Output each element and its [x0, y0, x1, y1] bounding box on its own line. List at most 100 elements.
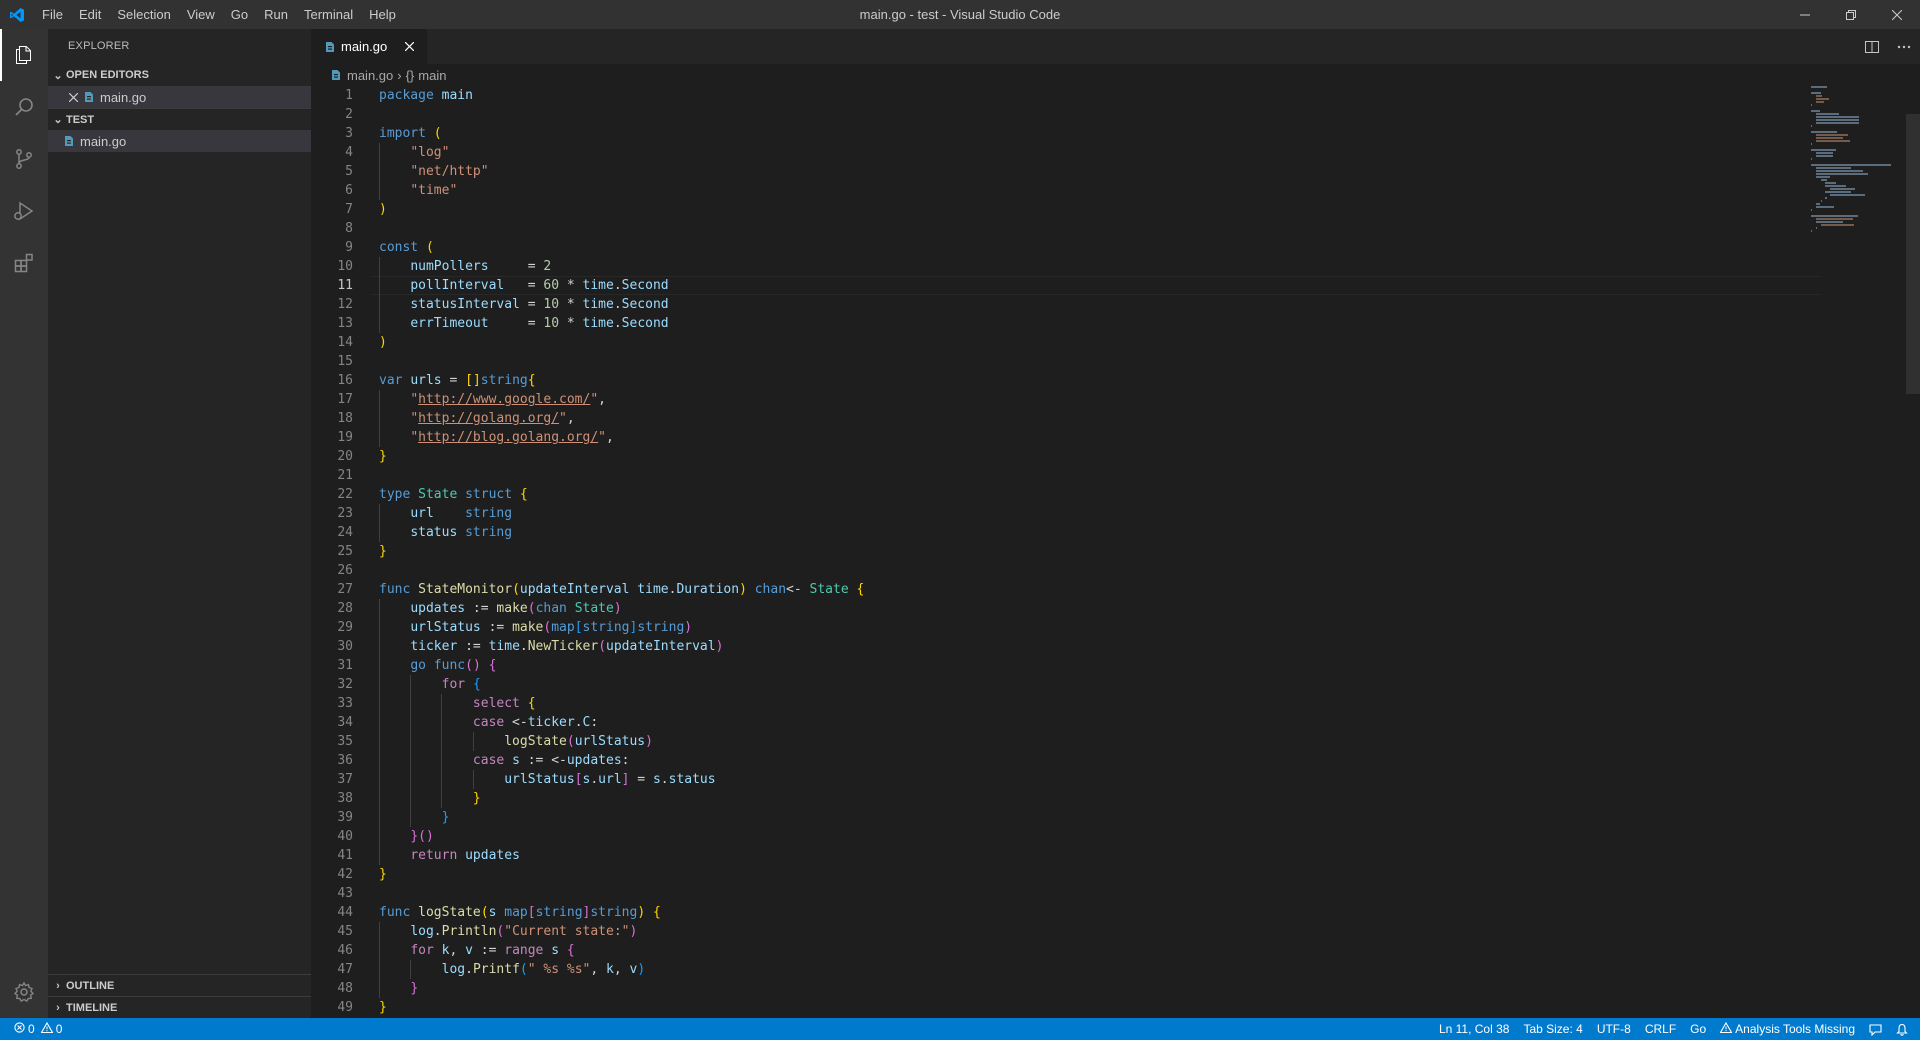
search-icon[interactable]: [0, 81, 48, 133]
minimize-button[interactable]: [1782, 0, 1828, 29]
minimap-line: [1815, 98, 1829, 100]
restore-button[interactable]: [1828, 0, 1874, 29]
code-line[interactable]: 44 func logState(s map[string]string) {: [311, 903, 1920, 922]
code-line[interactable]: 34 case <-ticker.C:: [311, 713, 1920, 732]
code-line[interactable]: 11 pollInterval = 60 * time.Second: [311, 276, 1920, 295]
tab-main-go[interactable]: main.go: [311, 29, 427, 64]
code-line[interactable]: 31 go func() {: [311, 656, 1920, 675]
code-line[interactable]: 25}: [311, 542, 1920, 561]
notifications-bell-icon[interactable]: [1889, 1018, 1920, 1040]
code-line[interactable]: 18 "http://golang.org/",: [311, 409, 1920, 428]
line-number: 37: [337, 772, 353, 787]
close-tab-icon[interactable]: [401, 39, 417, 55]
explorer-icon[interactable]: [0, 29, 48, 81]
code-line[interactable]: 26: [311, 561, 1920, 580]
code-line[interactable]: 22 type State struct {: [311, 485, 1920, 504]
code-line[interactable]: 45 log.Println("Current state:"): [311, 922, 1920, 941]
minimap[interactable]: [1811, 86, 1906, 386]
code-line[interactable]: 14): [311, 333, 1920, 352]
code-line[interactable]: 12 statusInterval = 10 * time.Second: [311, 295, 1920, 314]
line-number: 14: [337, 335, 353, 350]
code-line[interactable]: 30 ticker := time.NewTicker(updateInterv…: [311, 637, 1920, 656]
open-editor-item[interactable]: main.go: [48, 86, 311, 108]
code-editor[interactable]: 1 package main 2 3 import (4 "log" 5 "net/htt…: [311, 86, 1920, 1018]
line-number: 36: [337, 753, 353, 768]
code-line[interactable]: 10 numPollers = 2: [311, 257, 1920, 276]
code-line[interactable]: 19 "http://blog.golang.org/",: [311, 428, 1920, 447]
code-line[interactable]: 9 const (: [311, 238, 1920, 257]
problems-status[interactable]: 0 0: [10, 1018, 69, 1040]
run-debug-icon[interactable]: [0, 185, 48, 237]
menu-selection[interactable]: Selection: [109, 0, 178, 29]
code-line[interactable]: 5 "net/http": [311, 162, 1920, 181]
code-line[interactable]: 1 package main: [311, 86, 1920, 105]
more-actions-icon[interactable]: [1888, 29, 1920, 64]
code-line[interactable]: 8: [311, 219, 1920, 238]
code-line[interactable]: 24 status string: [311, 523, 1920, 542]
menu-help[interactable]: Help: [361, 0, 404, 29]
analysis-label: Analysis Tools Missing: [1735, 1022, 1855, 1036]
code-line[interactable]: 13 errTimeout = 10 * time.Second: [311, 314, 1920, 333]
code-line[interactable]: 29 urlStatus := make(map[string]string): [311, 618, 1920, 637]
extensions-icon[interactable]: [0, 237, 48, 289]
code-line[interactable]: 36 case s := <-updates:: [311, 751, 1920, 770]
breadcrumb-symbol[interactable]: main: [418, 68, 446, 83]
encoding[interactable]: UTF-8: [1590, 1018, 1638, 1040]
folder-test-header[interactable]: ⌄ TEST: [48, 108, 311, 130]
code-line[interactable]: 27 func StateMonitor(updateInterval time.…: [311, 580, 1920, 599]
language-mode[interactable]: Go: [1683, 1018, 1713, 1040]
code-line[interactable]: 16 var urls = []string{: [311, 371, 1920, 390]
open-editors-header[interactable]: ⌄ OPEN EDITORS: [48, 64, 311, 86]
line-number: 40: [337, 829, 353, 844]
scrollbar-thumb[interactable]: [1906, 114, 1920, 394]
code-line[interactable]: 33 select {: [311, 694, 1920, 713]
feedback-icon[interactable]: [1862, 1018, 1889, 1040]
vertical-scrollbar[interactable]: [1906, 86, 1920, 1018]
code-line[interactable]: 3 import (: [311, 124, 1920, 143]
manage-gear-icon[interactable]: [0, 966, 48, 1018]
close-icon[interactable]: [66, 92, 80, 102]
analysis-tools-status[interactable]: Analysis Tools Missing: [1713, 1018, 1862, 1040]
outline-header[interactable]: › OUTLINE: [48, 974, 311, 996]
code-line[interactable]: 43: [311, 884, 1920, 903]
code-line[interactable]: 28 updates := make(chan State): [311, 599, 1920, 618]
code-line[interactable]: 46 for k, v := range s {: [311, 941, 1920, 960]
code-line[interactable]: 42}: [311, 865, 1920, 884]
code-line[interactable]: 21: [311, 466, 1920, 485]
code-line[interactable]: 35 logState(urlStatus): [311, 732, 1920, 751]
code-line[interactable]: 32 for {: [311, 675, 1920, 694]
breadcrumb: main.go › {} main: [311, 64, 1920, 86]
code-line[interactable]: 20}: [311, 447, 1920, 466]
code-line[interactable]: 41 return updates: [311, 846, 1920, 865]
menu-view[interactable]: View: [179, 0, 223, 29]
code-line[interactable]: 4 "log": [311, 143, 1920, 162]
code-line[interactable]: 38 }: [311, 789, 1920, 808]
tab-size[interactable]: Tab Size: 4: [1516, 1018, 1589, 1040]
source-control-icon[interactable]: [0, 133, 48, 185]
code-line[interactable]: 39 }: [311, 808, 1920, 827]
split-editor-icon[interactable]: [1856, 29, 1888, 64]
code-line[interactable]: 37 urlStatus[s.url] = s.status: [311, 770, 1920, 789]
menu-go[interactable]: Go: [223, 0, 256, 29]
code-text: case <-ticker.C:: [472, 715, 599, 730]
menu-run[interactable]: Run: [256, 0, 296, 29]
code-line[interactable]: 48 }: [311, 979, 1920, 998]
code-line[interactable]: 49}: [311, 998, 1920, 1017]
cursor-position[interactable]: Ln 11, Col 38: [1432, 1018, 1517, 1040]
menu-file[interactable]: File: [34, 0, 71, 29]
code-line[interactable]: 17 "http://www.google.com/",: [311, 390, 1920, 409]
menu-edit[interactable]: Edit: [71, 0, 109, 29]
code-line[interactable]: 2: [311, 105, 1920, 124]
code-line[interactable]: 47 log.Printf(" %s %s", k, v): [311, 960, 1920, 979]
code-line[interactable]: 40 }(): [311, 827, 1920, 846]
file-tree-item[interactable]: main.go: [48, 130, 311, 152]
code-line[interactable]: 6 "time": [311, 181, 1920, 200]
menu-terminal[interactable]: Terminal: [296, 0, 361, 29]
breadcrumb-file[interactable]: main.go: [347, 68, 393, 83]
close-window-button[interactable]: [1874, 0, 1920, 29]
code-line[interactable]: 23 url string: [311, 504, 1920, 523]
code-line[interactable]: 7): [311, 200, 1920, 219]
timeline-header[interactable]: › TIMELINE: [48, 996, 311, 1018]
code-line[interactable]: 15: [311, 352, 1920, 371]
line-ending[interactable]: CRLF: [1638, 1018, 1683, 1040]
